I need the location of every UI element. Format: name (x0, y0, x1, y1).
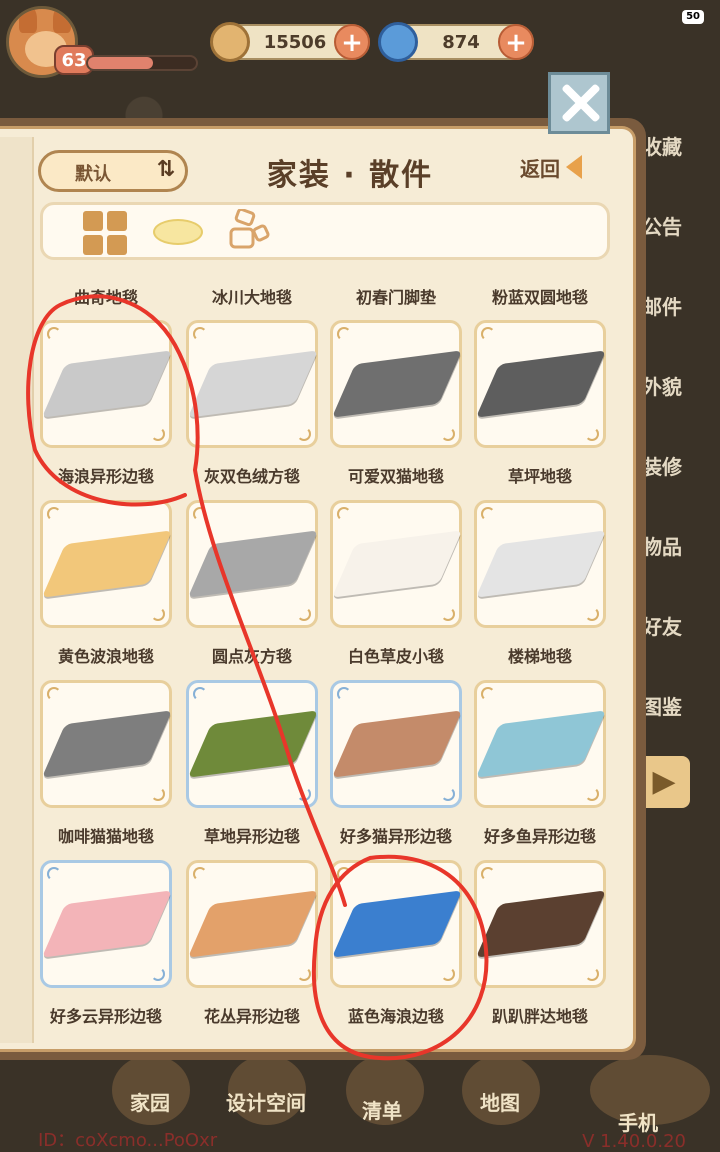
item-thumbnail[interactable] (330, 320, 463, 448)
nav-list[interactable]: 清单 (362, 1095, 402, 1124)
item-thumbnail[interactable] (186, 320, 319, 448)
item-thumbnail[interactable] (474, 860, 607, 988)
coin-value: 15506 (263, 31, 327, 53)
battery-indicator: 50 (682, 10, 704, 24)
gem-counter: 874 + (378, 22, 534, 62)
nav-home[interactable]: 家园 (130, 1087, 170, 1116)
swirl-gem-icon (378, 22, 418, 62)
item-name: 草地异形边毯 (203, 827, 300, 846)
bottom-bar: 家园 设计空间 清单 地图 手机 (0, 1055, 720, 1135)
rug-icon (331, 710, 463, 778)
item-thumbnail[interactable] (474, 500, 607, 628)
rug-icon (331, 350, 463, 418)
item-name: 草坪地毯 (507, 467, 572, 486)
rug-filter-icon[interactable] (153, 219, 203, 245)
item-thumbnail[interactable] (474, 320, 607, 448)
grid-square (83, 211, 103, 231)
item-thumbnail[interactable] (40, 500, 173, 628)
gem-value: 874 (442, 31, 480, 53)
item-name: 粉蓝双圆地毯 (491, 288, 588, 307)
item-name: 蓝色海浪边毯 (347, 1007, 444, 1026)
back-arrow-icon (566, 155, 582, 179)
rug-icon (187, 710, 319, 778)
rug-icon (475, 350, 607, 418)
rug-icon (475, 530, 607, 598)
sort-button[interactable]: 默认 ⇅ (38, 150, 188, 192)
item-thumbnail[interactable] (330, 680, 463, 808)
item-name: 趴趴胖达地毯 (491, 1007, 588, 1026)
back-label: 返回 (520, 157, 560, 181)
add-gems-button[interactable]: + (498, 24, 534, 60)
fox-ear-icon (19, 9, 37, 33)
item-name: 初春门脚垫 (355, 288, 436, 307)
rug-icon (331, 530, 463, 598)
item-name: 圆点灰方毯 (211, 647, 292, 666)
close-button[interactable] (548, 72, 610, 134)
item-name: 咖啡猫猫地毯 (57, 827, 154, 846)
rug-icon (41, 710, 173, 778)
item-thumbnail[interactable] (186, 680, 319, 808)
rug-icon (475, 710, 607, 778)
item-thumbnail[interactable] (186, 500, 319, 628)
item-thumbnail[interactable] (330, 860, 463, 988)
item-thumbnail[interactable] (40, 860, 173, 988)
item-name: 好多猫异形边毯 (339, 827, 452, 846)
sort-label: 默认 (75, 164, 111, 185)
item-thumbnail[interactable] (330, 500, 463, 628)
item-thumbnail[interactable] (186, 860, 319, 988)
nav-map[interactable]: 地图 (480, 1087, 520, 1116)
back-button[interactable]: 返回 (520, 153, 582, 182)
nav-design-space[interactable]: 设计空间 (226, 1087, 306, 1116)
hp-bar (86, 55, 198, 71)
rug-icon (41, 530, 173, 598)
item-thumbnail[interactable] (474, 680, 607, 808)
item-thumbnail[interactable] (40, 680, 173, 808)
item-name: 楼梯地毯 (507, 647, 572, 666)
hp-bar-fill (88, 57, 153, 69)
sort-arrows-icon: ⇅ (156, 157, 175, 182)
rug-icon (475, 890, 607, 958)
panel-spine (0, 137, 34, 1043)
player-id: ID：coXcmo...PoOxr (38, 1130, 218, 1151)
fox-ear-icon (53, 9, 71, 33)
rug-icon (41, 890, 173, 958)
rug-icon (41, 350, 173, 418)
panel-title: 家装 · 散件 (266, 158, 434, 193)
rug-icon (187, 350, 319, 418)
item-name: 海浪异形边毯 (57, 467, 154, 486)
item-thumbnail[interactable] (40, 320, 173, 448)
item-name: 好多云异形边毯 (49, 1007, 162, 1026)
add-coins-button[interactable]: + (334, 24, 370, 60)
grid-filter-icon[interactable] (83, 211, 129, 257)
small-items-filter-icon[interactable] (229, 209, 271, 255)
item-name: 灰双色绒方毯 (203, 467, 300, 486)
rug-icon (187, 890, 319, 958)
grid-square (83, 235, 103, 255)
grid-square (107, 235, 127, 255)
item-name: 冰川大地毯 (211, 288, 292, 307)
grid-square (107, 211, 127, 231)
rug-icon (187, 530, 319, 598)
version-text: V 1.40.0.20 (582, 1131, 686, 1152)
item-name: 可爱双猫地毯 (347, 467, 444, 486)
rug-icon (331, 890, 463, 958)
item-name: 白色草皮小毯 (347, 647, 444, 666)
coin-counter: 15506 + (210, 22, 370, 62)
item-name: 花丛异形边毯 (203, 1007, 300, 1026)
item-name: 黄色波浪地毯 (57, 647, 154, 666)
item-name: 曲奇地毯 (73, 288, 138, 307)
coin-icon (210, 22, 250, 62)
item-name: 好多鱼异形边毯 (483, 827, 596, 846)
category-filter-bar (40, 202, 610, 260)
